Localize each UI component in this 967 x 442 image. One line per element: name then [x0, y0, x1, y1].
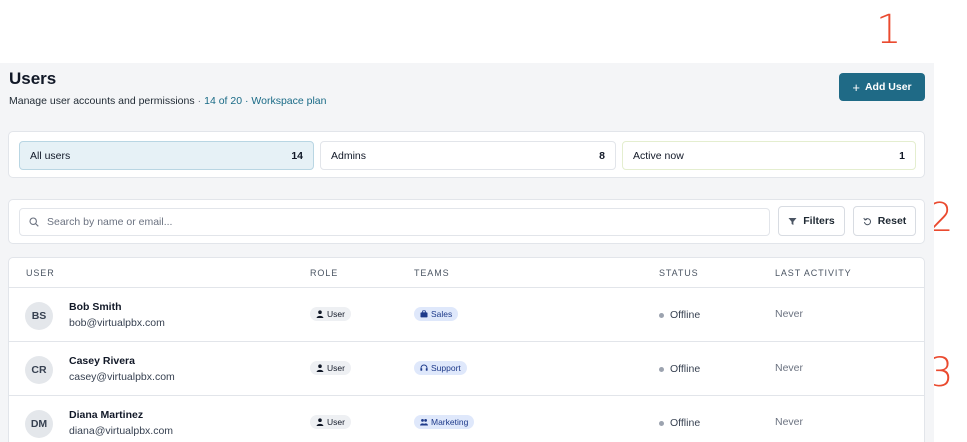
role-badge: User — [310, 361, 351, 375]
team-badge: Marketing — [414, 415, 475, 429]
reset-label: Reset — [877, 215, 907, 227]
tab-count: 14 — [291, 149, 303, 162]
status-indicator: Offline — [659, 363, 700, 375]
status-text: Offline — [670, 417, 701, 429]
tab-label: Admins — [331, 149, 367, 162]
search-icon — [29, 217, 39, 227]
add-user-button[interactable]: + Add User — [839, 73, 925, 101]
add-user-label: Add User — [864, 81, 912, 93]
status-indicator: Offline — [659, 417, 700, 429]
status-dot — [659, 312, 664, 318]
team-badge: Sales — [414, 307, 459, 321]
filter-icon — [788, 217, 797, 225]
role-label: User — [327, 363, 345, 373]
tab-all-users[interactable]: All users 14 — [19, 141, 314, 170]
headset-icon — [420, 364, 428, 371]
column-header-teams[interactable]: TEAMS — [414, 268, 450, 278]
tab-label: Active now — [633, 149, 684, 162]
team-label: Marketing — [431, 417, 469, 427]
team-label: Sales — [431, 309, 453, 319]
filters-button[interactable]: Filters — [778, 206, 845, 236]
status-dot — [659, 420, 664, 426]
user-email: bob@virtualpbx.com — [69, 317, 165, 329]
person-icon — [316, 418, 324, 426]
subtitle-separator: · — [197, 95, 202, 107]
team-label: Support — [431, 363, 461, 373]
role-badge: User — [310, 415, 351, 429]
person-icon — [316, 364, 324, 372]
users-page: Users Manage user accounts and permissio… — [0, 63, 934, 442]
role-label: User — [327, 309, 345, 319]
filters-label: Filters — [803, 215, 835, 227]
table-row[interactable]: BS Bob Smith bob@virtualpbx.com User Sal… — [9, 288, 924, 342]
user-segment-tabs: All users 14 Admins 8 Active now 1 — [8, 131, 925, 178]
column-header-status[interactable]: STATUS — [659, 268, 699, 278]
briefcase-icon — [420, 310, 428, 318]
avatar: CR — [25, 356, 53, 384]
last-activity: Never — [775, 416, 804, 428]
page-title: Users — [9, 69, 57, 88]
column-header-last-activity[interactable]: LAST ACTIVITY — [775, 268, 852, 278]
tab-count: 1 — [899, 149, 905, 162]
last-activity: Never — [775, 308, 804, 320]
column-header-user[interactable]: USER — [26, 268, 55, 278]
user-name: Diana Martinez — [69, 409, 144, 421]
subtitle-text: Manage user accounts and permissions — [9, 95, 195, 107]
plus-icon: + — [852, 79, 860, 95]
table-row[interactable]: CR Casey Rivera casey@virtualpbx.com Use… — [9, 342, 924, 396]
table-row[interactable]: DM Diana Martinez diana@virtualpbx.com U… — [9, 396, 924, 442]
annotation-marker-1: 1 — [876, 7, 902, 53]
status-dot — [659, 366, 664, 372]
tab-count: 8 — [599, 149, 605, 162]
table-header: USER ROLE TEAMS STATUS LAST ACTIVITY — [9, 258, 924, 288]
user-name: Casey Rivera — [69, 355, 135, 367]
user-email: casey@virtualpbx.com — [69, 371, 175, 383]
people-icon — [420, 419, 428, 426]
role-badge: User — [310, 307, 351, 321]
avatar: BS — [25, 302, 53, 330]
tab-admins[interactable]: Admins 8 — [320, 141, 616, 170]
status-indicator: Offline — [659, 309, 700, 321]
last-activity: Never — [775, 362, 804, 374]
tab-label: All users — [30, 149, 71, 162]
user-name: Bob Smith — [69, 301, 122, 313]
tab-active-now[interactable]: Active now 1 — [622, 141, 916, 170]
team-badge: Support — [414, 361, 467, 375]
users-table: USER ROLE TEAMS STATUS LAST ACTIVITY BS … — [8, 257, 925, 442]
search-toolbar: Search by name or email... Filters Reset — [8, 199, 925, 244]
status-text: Offline — [670, 363, 701, 375]
avatar: DM — [25, 410, 53, 438]
column-header-role[interactable]: ROLE — [310, 268, 338, 278]
user-email: diana@virtualpbx.com — [69, 425, 174, 437]
search-placeholder: Search by name or email... — [47, 216, 173, 228]
role-label: User — [327, 417, 345, 427]
search-input[interactable]: Search by name or email... — [19, 208, 770, 236]
reset-icon — [863, 217, 871, 225]
plan-info-link[interactable]: 14 of 20 · Workspace plan — [204, 95, 326, 107]
reset-button[interactable]: Reset — [853, 206, 916, 236]
status-text: Offline — [670, 309, 701, 321]
page-subtitle: Manage user accounts and permissions · 14 … — [9, 95, 327, 107]
person-icon — [316, 310, 324, 318]
